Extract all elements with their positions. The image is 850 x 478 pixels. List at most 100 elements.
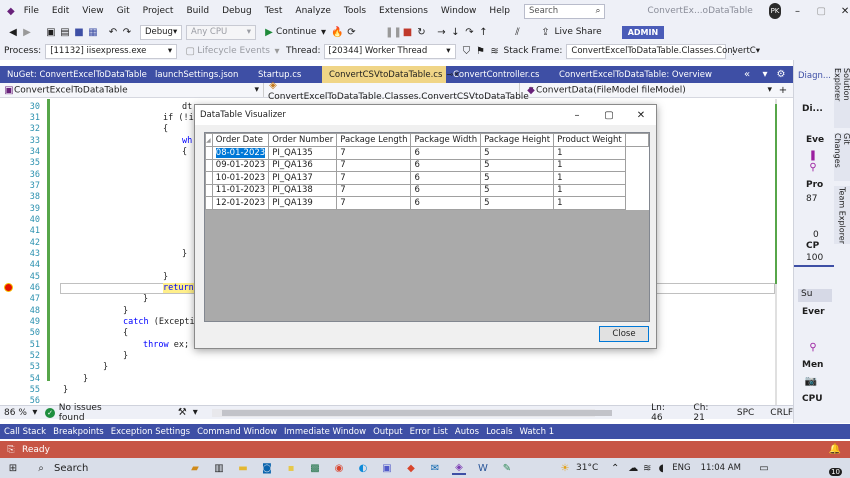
tab-locals[interactable]: Locals (486, 427, 512, 437)
tab-scroll-icon[interactable]: « (740, 68, 754, 82)
avatar[interactable]: PK (769, 3, 781, 19)
menu-help[interactable]: Help (489, 6, 510, 16)
table-cell[interactable]: 7 (336, 146, 412, 160)
solution-explorer-tab[interactable]: Solution Explorer (833, 68, 850, 128)
chevron-down-icon[interactable]: ▾ (316, 25, 330, 39)
restart-icon[interactable]: ⟳ (344, 25, 358, 39)
table-row[interactable]: 12-01-2023 PI_QA139 7 6 5 1 (205, 196, 649, 210)
mail-icon[interactable]: ✉ (428, 461, 442, 475)
visual-studio-icon[interactable]: ◈ (452, 461, 466, 475)
new-project-icon[interactable]: ▣ (44, 25, 58, 39)
diagnostic-tab[interactable]: Diagn... (798, 71, 831, 81)
menu-build[interactable]: Build (186, 6, 209, 16)
close-button[interactable]: Close (599, 326, 649, 342)
menu-file[interactable]: File (24, 6, 39, 16)
table-cell[interactable]: 1 (553, 183, 626, 197)
row-header[interactable] (205, 196, 213, 210)
step-into-icon[interactable]: ↓ (448, 25, 462, 39)
horizontal-scrollbar[interactable] (211, 408, 612, 417)
tab-command-window[interactable]: Command Window (197, 427, 277, 437)
process-select[interactable]: [11132] iisexpress.exe ▾ (45, 43, 178, 59)
flag-icon[interactable]: ⚑ (474, 44, 488, 58)
chevron-down-icon[interactable]: ▾ (28, 406, 41, 420)
stack-frame-select[interactable]: ConvertExcelToDataTable.Classes.ConvertC… (566, 43, 760, 59)
menu-edit[interactable]: Edit (52, 6, 69, 16)
filter-icon[interactable]: ⛉ (460, 44, 474, 58)
dialog-close-icon[interactable]: ✕ (634, 108, 648, 122)
table-cell[interactable]: 6 (410, 183, 482, 197)
threads-icon[interactable]: ≋ (488, 44, 502, 58)
tab-breakpoints[interactable]: Breakpoints (53, 427, 104, 437)
settings-icon[interactable]: ⚙ (774, 68, 788, 82)
menu-tools[interactable]: Tools (344, 6, 366, 16)
menu-debug[interactable]: Debug (222, 6, 252, 16)
table-cell[interactable]: 1 (553, 196, 626, 210)
table-row[interactable]: 11-01-2023 PI_QA138 7 6 5 1 (205, 183, 649, 197)
clock[interactable]: 11:04 AM (701, 463, 741, 473)
column-header[interactable]: Package Width (410, 133, 482, 147)
table-cell[interactable]: 6 (410, 158, 482, 172)
table-cell[interactable]: 7 (336, 196, 412, 210)
table-cell[interactable]: 1 (553, 158, 626, 172)
table-cell[interactable]: PI_QA138 (268, 183, 338, 197)
table-cell[interactable]: 7 (336, 158, 412, 172)
data-grid[interactable]: ◢ Order Date Order Number Package Length… (204, 132, 650, 322)
step-out-icon[interactable]: ↑ (476, 25, 490, 39)
dialog-maximize-icon[interactable]: ▢ (602, 108, 616, 122)
live-share-button[interactable]: Live Share (554, 27, 601, 37)
table-cell[interactable]: 5 (480, 196, 555, 210)
stop-icon[interactable]: ■ (400, 25, 414, 39)
chevron-down-icon[interactable]: ▾ (189, 406, 202, 420)
wifi-icon[interactable]: ≋ (640, 461, 654, 475)
table-cell[interactable]: 08-01-2023 (211, 146, 270, 160)
table-cell[interactable]: PI_QA135 (268, 146, 338, 160)
redo-icon[interactable]: ↷ (120, 25, 134, 39)
outlook-icon[interactable]: ◙ (260, 461, 274, 475)
tab-dropdown-icon[interactable]: ▾ (758, 68, 772, 82)
hot-reload-icon[interactable]: 🔥 (330, 25, 344, 39)
menu-test[interactable]: Test (265, 6, 283, 16)
live-share-icon[interactable]: ⇪ (538, 25, 552, 39)
volume-icon[interactable]: ◖ (654, 461, 668, 475)
comment-icon[interactable]: ⫽ (510, 25, 524, 39)
member-dropdown[interactable]: ◆ConvertData(FileModel fileModel) ▾ (520, 83, 776, 97)
sticky-notes-icon[interactable]: ▪ (284, 461, 298, 475)
paint-icon[interactable]: ✎ (500, 461, 514, 475)
tab-autos[interactable]: Autos (455, 427, 479, 437)
split-icon[interactable]: + (776, 83, 790, 97)
menu-view[interactable]: View (82, 6, 103, 16)
configuration-select[interactable]: Debug ▾ (140, 24, 182, 40)
save-all-icon[interactable]: ▦ (86, 25, 100, 39)
team-explorer-tab[interactable]: Team Explorer (834, 186, 850, 244)
table-row[interactable]: 08-01-2023 PI_QA135 7 6 5 1 (205, 146, 649, 160)
menu-project[interactable]: Project (143, 6, 174, 16)
table-cell[interactable]: 6 (410, 171, 482, 185)
table-cell[interactable]: 11-01-2023 (211, 183, 270, 197)
overflow-icon[interactable]: ⋮ (726, 44, 740, 58)
table-cell[interactable]: 7 (336, 183, 412, 197)
undo-icon[interactable]: ↶ (106, 25, 120, 39)
table-cell[interactable]: 10-01-2023 (211, 171, 270, 185)
table-cell[interactable]: 5 (480, 183, 555, 197)
table-cell[interactable]: 09-01-2023 (211, 158, 270, 172)
app-icon[interactable]: ◆ (404, 461, 418, 475)
word-icon[interactable]: W (476, 461, 490, 475)
tab-overview[interactable]: ConvertExcelToDataTable: Overview (552, 66, 722, 83)
table-cell[interactable]: PI_QA137 (268, 171, 338, 185)
show-next-statement-icon[interactable]: → (434, 25, 448, 39)
chevron-up-icon[interactable]: ⌃ (608, 461, 622, 475)
close-icon[interactable]: ✕ (840, 4, 850, 18)
dialog-minimize-icon[interactable]: – (570, 108, 584, 122)
table-cell[interactable]: PI_QA139 (268, 196, 338, 210)
restart-debug-icon[interactable]: ↻ (414, 25, 428, 39)
snapshot-icon[interactable]: 📷 (804, 374, 818, 388)
lifecycle-events[interactable]: Lifecycle Events (197, 46, 270, 56)
breakpoint-icon[interactable] (4, 283, 13, 292)
row-header[interactable] (205, 183, 213, 197)
tab-watch-1[interactable]: Watch 1 (520, 427, 555, 437)
table-cell[interactable]: 6 (410, 196, 482, 210)
taskbar-search[interactable]: ⌕ Search (34, 458, 184, 478)
column-header[interactable]: Package Height (480, 133, 555, 147)
row-header[interactable] (205, 146, 213, 160)
row-header[interactable] (205, 158, 213, 172)
